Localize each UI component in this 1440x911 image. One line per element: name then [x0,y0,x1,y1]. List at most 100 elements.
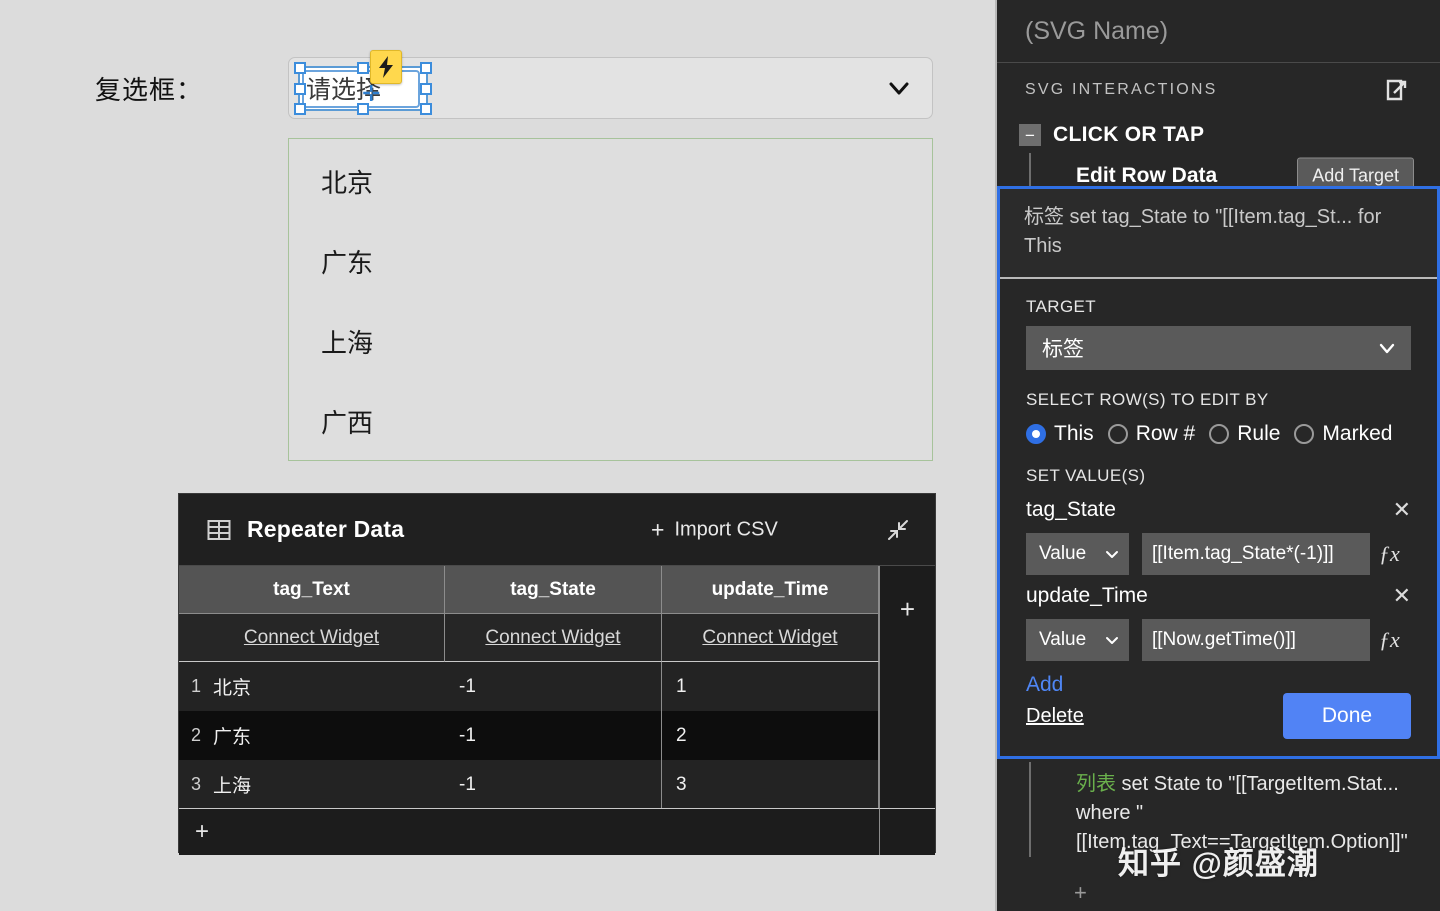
event-name: CLICK OR TAP [1053,123,1205,146]
action-name: Edit Row Data [1076,164,1218,187]
list-item[interactable]: 上海 [321,323,373,360]
radio-label: Marked [1322,422,1393,445]
add-row-button[interactable]: + [179,808,879,855]
table-cell-tag-text[interactable]: 2 广东 [179,711,445,760]
radio-this[interactable]: This [1026,422,1094,446]
value-mode-select[interactable]: Value [1026,533,1129,575]
delete-link[interactable]: Delete [1026,705,1084,728]
target-select-value: 标签 [1042,338,1084,361]
resize-handle-top-right[interactable] [420,62,432,74]
action-set-state[interactable]: 列表 set State to "[[TargetItem.Stat... wh… [1029,762,1440,857]
table-cell-tag-text[interactable]: 1 北京 [179,662,445,711]
resize-handle-bottom-right[interactable] [420,103,432,115]
svg-name-field[interactable]: (SVG Name) [997,0,1440,63]
connect-widget-cell[interactable]: Connect Widget [179,614,445,662]
connect-widget-label: Connect Widget [243,626,380,648]
resize-handle-middle-left[interactable] [294,82,306,95]
done-button[interactable]: Done [1283,693,1411,739]
resize-handle-middle-right[interactable] [420,82,432,95]
resize-handle-bottom-left[interactable] [294,103,306,115]
editor-body: TARGET 标签 SELECT ROW(S) TO EDIT BY This [1000,279,1437,697]
resize-handle-bottom-middle[interactable] [357,103,369,115]
expression-input[interactable]: [[Now.getTime()]] [1142,619,1370,661]
set-value-entry: tag_State ✕ Value [[Item.tag_State*(-1)]… [1026,495,1411,575]
table-row[interactable]: 3 上海 -1 3 [179,760,879,809]
repeater-grid: tag_Text tag_State update_Time Connect W… [179,566,879,809]
radio-rule[interactable]: Rule [1209,422,1280,446]
fx-icon[interactable]: ƒx [1379,627,1400,653]
selected-widget[interactable]: 请选择 ✛ [294,50,432,115]
add-row-filler [879,808,935,855]
table-header-row: tag_Text tag_State update_Time [179,566,879,614]
radio-label: Row # [1135,422,1196,445]
table-cell-tag-state[interactable]: -1 [445,711,662,760]
collapse-toggle-button[interactable]: − [1019,124,1041,146]
table-cell-tag-state[interactable]: -1 [445,662,662,711]
action-target-name: 列表 [1076,773,1116,795]
list-item[interactable]: 北京 [321,163,373,200]
collapse-arrows-icon[interactable] [885,517,911,543]
set-value-field-name: tag_State [1026,498,1116,521]
cell-value: 上海 [213,776,252,797]
table-cell-update-time[interactable]: 3 [662,760,879,809]
lightning-bolt-icon[interactable] [370,50,402,84]
cell-value: 北京 [213,678,252,699]
radio-dot [1209,424,1230,444]
target-select[interactable]: 标签 [1026,326,1411,370]
radio-dot [1107,424,1128,444]
import-csv-button[interactable]: + Import CSV [651,518,778,541]
table-cell-update-time[interactable]: 1 [662,662,879,711]
value-mode-label: Value [1039,543,1087,564]
connect-widget-row: Connect Widget Connect Widget Connect Wi… [179,614,879,662]
table-row[interactable]: 2 广东 -1 2 [179,711,879,760]
event-click-or-tap[interactable]: − CLICK OR TAP [997,117,1440,153]
radio-marked[interactable]: Marked [1294,422,1392,446]
close-icon[interactable]: ✕ [1393,585,1411,607]
list-item[interactable]: 广东 [321,243,373,280]
table-cell-update-time[interactable]: 2 [662,711,879,760]
table-cell-tag-state[interactable]: -1 [445,760,662,809]
option-list[interactable]: 北京 广东 上海 广西 [288,138,933,461]
list-item[interactable]: 广西 [321,403,373,440]
table-cell-tag-text[interactable]: 3 上海 [179,760,445,809]
row-selection-radio-group: This Row # Rule Marked [1026,422,1411,446]
connect-widget-cell[interactable]: Connect Widget [662,614,879,662]
set-value-header: tag_State ✕ [1026,495,1411,525]
resize-handle-top-middle[interactable] [357,62,369,74]
app-root: 复选框： 请选择 ✛ 北京 广东 上海 广西 Repeater Data + I… [0,0,1440,911]
expression-input[interactable]: [[Item.tag_State*(-1)]] [1142,533,1370,575]
fx-icon[interactable]: ƒx [1379,541,1400,567]
target-label: TARGET [1026,297,1097,316]
plus-icon: + [651,516,665,542]
chevron-down-icon [1377,338,1397,358]
add-action-button[interactable]: + [1074,880,1087,906]
resize-handle-top-left[interactable] [294,62,306,74]
connect-widget-cell[interactable]: Connect Widget [445,614,662,662]
set-value-controls: Value [[Item.tag_State*(-1)]] ƒx [1026,533,1411,575]
action-summary[interactable]: 标签 set tag_State to "[[Item.tag_St... fo… [1000,189,1437,279]
set-value-field-name: update_Time [1026,584,1148,607]
section-title: SVG INTERACTIONS [1025,81,1218,98]
column-header-update-time[interactable]: update_Time [662,566,879,614]
connect-widget-label: Connect Widget [485,626,621,648]
connect-widget-label: Connect Widget [702,626,838,648]
svg-interactions-header: SVG INTERACTIONS [997,63,1440,117]
table-row[interactable]: 1 北京 -1 1 [179,662,879,711]
close-icon[interactable]: ✕ [1393,499,1411,521]
column-header-tag-state[interactable]: tag_State [445,566,662,614]
add-column-button[interactable]: + [879,566,935,808]
row-index: 2 [190,725,201,745]
radio-row-number[interactable]: Row # [1107,422,1196,446]
editor-footer: Delete Done [1000,688,1437,744]
set-values-label: SET VALUE(S) [1026,466,1146,485]
row-index: 3 [190,774,201,794]
action-description: set State to "[[TargetItem.Stat... where… [1076,773,1408,853]
design-canvas: 复选框： 请选择 ✛ 北京 广东 上海 广西 Repeater Data + I… [0,0,995,911]
dropdown-select[interactable]: 请选择 ✛ [288,50,933,119]
radio-dot [1026,424,1046,444]
open-external-icon[interactable] [1384,77,1410,103]
value-mode-select[interactable]: Value [1026,619,1129,661]
column-header-tag-text[interactable]: tag_Text [179,566,445,614]
chevron-down-icon[interactable] [886,75,912,101]
interactions-panel: (SVG Name) SVG INTERACTIONS − CLICK OR T… [995,0,1440,911]
